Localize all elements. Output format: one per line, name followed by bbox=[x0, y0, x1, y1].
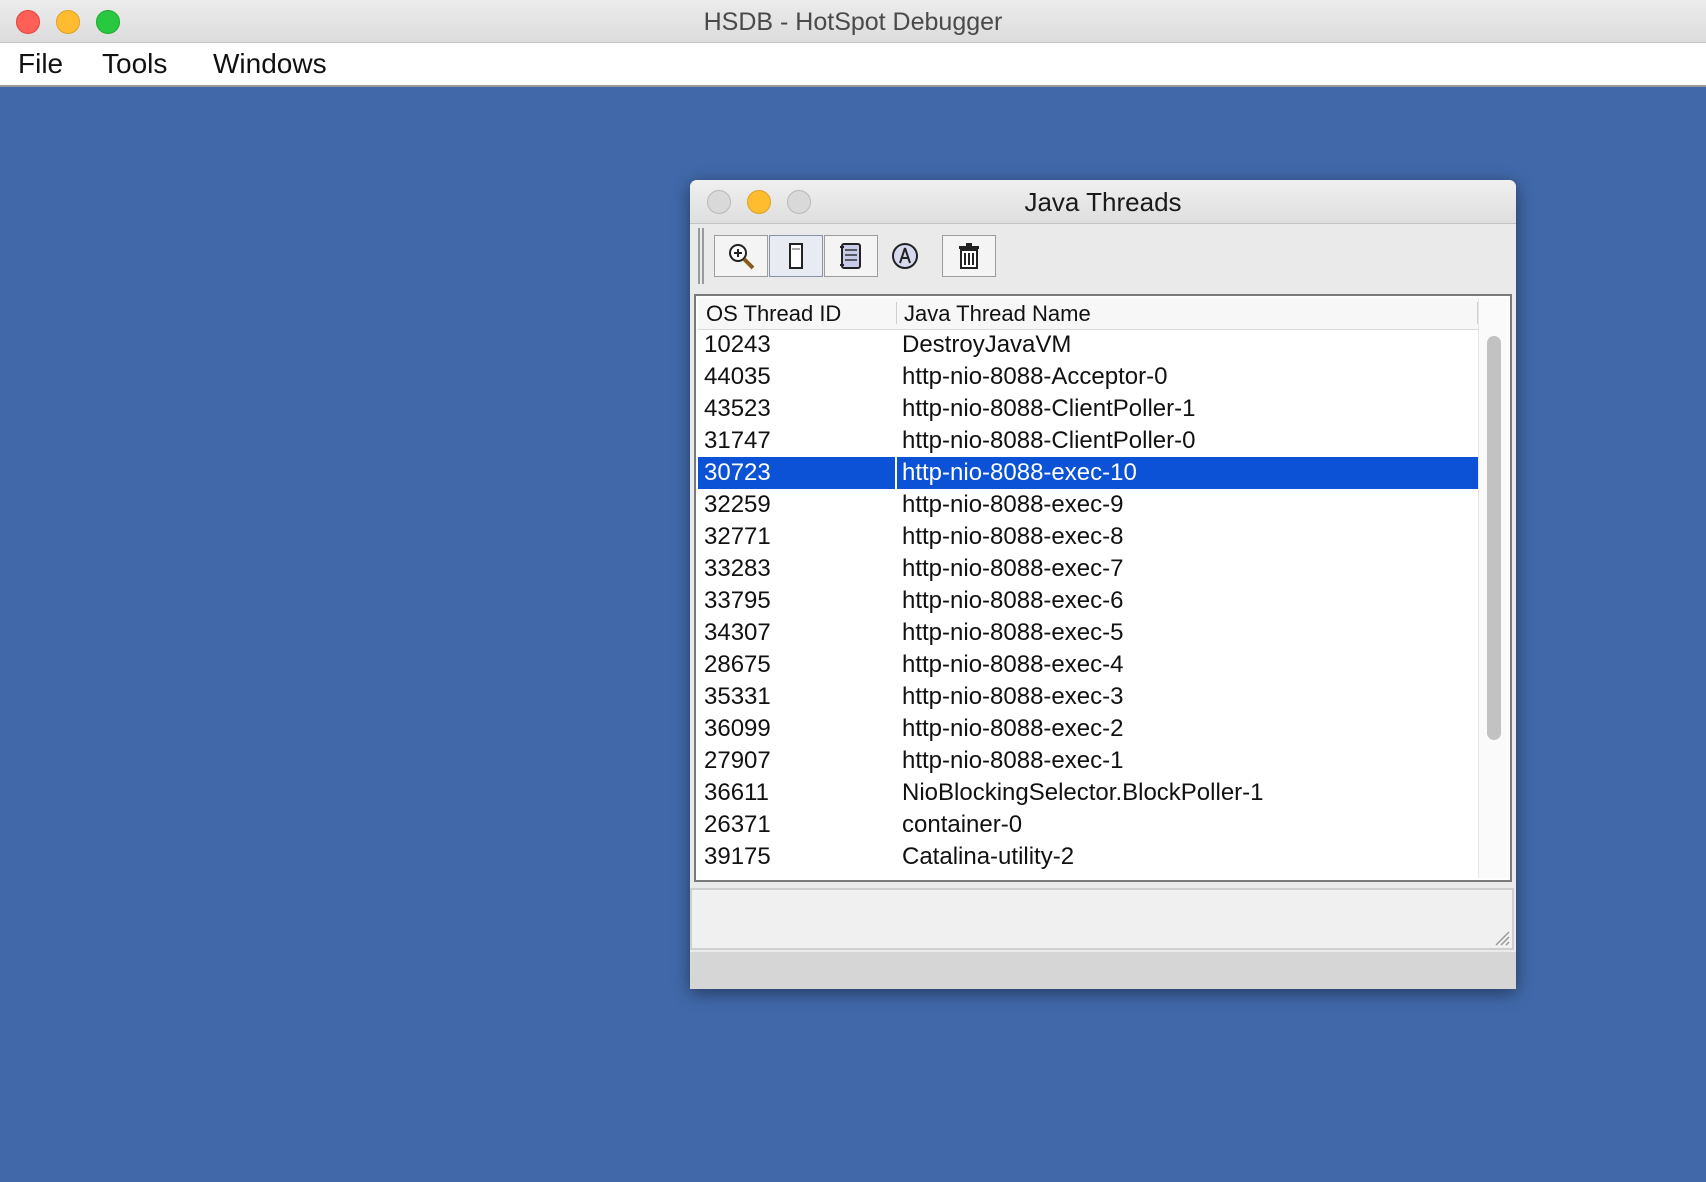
java-thread-name-cell: http-nio-8088-exec-2 bbox=[902, 715, 1124, 742]
java-thread-name-cell: http-nio-8088-exec-1 bbox=[902, 747, 1124, 774]
stack-trace-button[interactable] bbox=[824, 235, 878, 277]
stack-memory-button[interactable] bbox=[769, 235, 823, 277]
stack-memory-icon bbox=[789, 243, 803, 269]
table-row[interactable]: 35331 http-nio-8088-exec-3 bbox=[698, 681, 1478, 713]
stack-trace-icon bbox=[840, 243, 861, 269]
os-thread-id-cell: 30723 bbox=[704, 459, 771, 486]
table-row[interactable]: 34307 http-nio-8088-exec-5 bbox=[698, 617, 1478, 649]
os-thread-id-cell: 26371 bbox=[704, 811, 771, 838]
threads-table: OS Thread ID Java Thread Name 10243 Destr… bbox=[694, 294, 1512, 882]
os-thread-id-cell: 31747 bbox=[704, 427, 771, 454]
java-thread-name-cell: http-nio-8088-exec-9 bbox=[902, 491, 1124, 518]
java-thread-name-cell: http-nio-8088-ClientPoller-0 bbox=[902, 427, 1196, 454]
os-thread-id-cell: 35331 bbox=[704, 683, 771, 710]
java-thread-name-cell: DestroyJavaVM bbox=[902, 331, 1072, 358]
column-os-thread-id[interactable]: OS Thread ID bbox=[706, 301, 841, 327]
table-row[interactable]: 27907 http-nio-8088-exec-1 bbox=[698, 745, 1478, 777]
table-row[interactable]: 31747 http-nio-8088-ClientPoller-0 bbox=[698, 425, 1478, 457]
cell-divider bbox=[895, 457, 897, 489]
java-thread-name-cell: http-nio-8088-exec-4 bbox=[902, 651, 1124, 678]
app-title-bar: HSDB - HotSpot Debugger bbox=[0, 0, 1706, 43]
java-thread-name-cell: http-nio-8088-exec-10 bbox=[902, 459, 1137, 486]
java-thread-name-cell: http-nio-8088-exec-8 bbox=[902, 523, 1124, 550]
thread-info-button[interactable] bbox=[878, 235, 932, 277]
menu-tools[interactable]: Tools bbox=[102, 48, 167, 80]
table-row[interactable]: 28675 http-nio-8088-exec-4 bbox=[698, 649, 1478, 681]
java-thread-name-cell: NioBlockingSelector.BlockPoller-1 bbox=[902, 779, 1264, 806]
java-thread-name-cell: http-nio-8088-exec-5 bbox=[902, 619, 1124, 646]
os-thread-id-cell: 33795 bbox=[704, 587, 771, 614]
table-row[interactable]: 44035 http-nio-8088-Acceptor-0 bbox=[698, 361, 1478, 393]
delete-button[interactable] bbox=[942, 235, 996, 277]
table-row[interactable]: 39175 Catalina-utility-2 bbox=[698, 841, 1478, 873]
java-thread-name-cell: container-0 bbox=[902, 811, 1023, 838]
column-java-thread-name[interactable]: Java Thread Name bbox=[904, 301, 1091, 327]
java-thread-name-cell: http-nio-8088-exec-3 bbox=[902, 683, 1124, 710]
java-threads-title-bar[interactable]: Java Threads bbox=[690, 180, 1516, 224]
table-body: 10243 DestroyJavaVM 44035 http-nio-8088-Acc… bbox=[698, 329, 1478, 873]
os-thread-id-cell: 43523 bbox=[704, 395, 771, 422]
table-header: OS Thread ID Java Thread Name bbox=[698, 298, 1478, 330]
os-thread-id-cell: 44035 bbox=[704, 363, 771, 390]
table-row[interactable]: 33283 http-nio-8088-exec-7 bbox=[698, 553, 1478, 585]
inspect-thread-button[interactable] bbox=[714, 235, 768, 277]
os-thread-id-cell: 36611 bbox=[704, 779, 769, 806]
threads-toolbar bbox=[690, 224, 1516, 284]
table-row[interactable]: 32259 http-nio-8088-exec-9 bbox=[698, 489, 1478, 521]
scrollbar-thumb[interactable] bbox=[1487, 336, 1501, 740]
os-thread-id-cell: 33283 bbox=[704, 555, 771, 582]
column-divider[interactable] bbox=[896, 302, 897, 324]
os-thread-id-cell: 36099 bbox=[704, 715, 771, 742]
os-thread-id-cell: 39175 bbox=[704, 843, 771, 870]
os-thread-id-cell: 10243 bbox=[704, 331, 771, 358]
java-thread-name-cell: http-nio-8088-ClientPoller-1 bbox=[902, 395, 1196, 422]
menu-file[interactable]: File bbox=[18, 48, 63, 80]
os-thread-id-cell: 27907 bbox=[704, 747, 771, 774]
menu-windows[interactable]: Windows bbox=[213, 48, 327, 80]
java-thread-name-cell: http-nio-8088-Acceptor-0 bbox=[902, 363, 1168, 390]
app-title: HSDB - HotSpot Debugger bbox=[703, 8, 1003, 36]
os-thread-id-cell: 28675 bbox=[704, 651, 771, 678]
java-thread-name-cell: Catalina-utility-2 bbox=[902, 843, 1075, 870]
zoom-inspect-icon bbox=[729, 244, 755, 270]
java-thread-name-cell: http-nio-8088-exec-6 bbox=[902, 587, 1124, 614]
details-text-area[interactable] bbox=[690, 888, 1514, 950]
menu-bar: File Tools Windows bbox=[0, 43, 1706, 87]
toolbar-grip[interactable] bbox=[698, 228, 704, 284]
java-thread-name-cell: http-nio-8088-exec-7 bbox=[902, 555, 1124, 582]
vertical-scrollbar[interactable] bbox=[1478, 298, 1509, 878]
resize-grip-icon[interactable] bbox=[1492, 928, 1510, 946]
java-threads-window: Java Threads OS Thread ID Java Thread Na… bbox=[690, 180, 1516, 989]
trash-icon bbox=[959, 243, 979, 269]
table-row[interactable]: 30723 http-nio-8088-exec-10 bbox=[698, 457, 1478, 489]
table-row[interactable]: 43523 http-nio-8088-ClientPoller-1 bbox=[698, 393, 1478, 425]
table-row[interactable]: 10243 DestroyJavaVM bbox=[698, 329, 1478, 361]
table-row[interactable]: 36611 NioBlockingSelector.BlockPoller-1 bbox=[698, 777, 1478, 809]
os-thread-id-cell: 32771 bbox=[704, 523, 771, 550]
os-thread-id-cell: 34307 bbox=[704, 619, 771, 646]
java-threads-title: Java Threads bbox=[1024, 187, 1182, 217]
os-thread-id-cell: 32259 bbox=[704, 491, 771, 518]
table-row[interactable]: 33795 http-nio-8088-exec-6 bbox=[698, 585, 1478, 617]
table-row[interactable]: 32771 http-nio-8088-exec-8 bbox=[698, 521, 1478, 553]
frame-bottom-bar bbox=[690, 952, 1516, 989]
table-row[interactable]: 26371 container-0 bbox=[698, 809, 1478, 841]
table-row[interactable]: 36099 http-nio-8088-exec-2 bbox=[698, 713, 1478, 745]
thread-info-icon bbox=[892, 243, 918, 269]
